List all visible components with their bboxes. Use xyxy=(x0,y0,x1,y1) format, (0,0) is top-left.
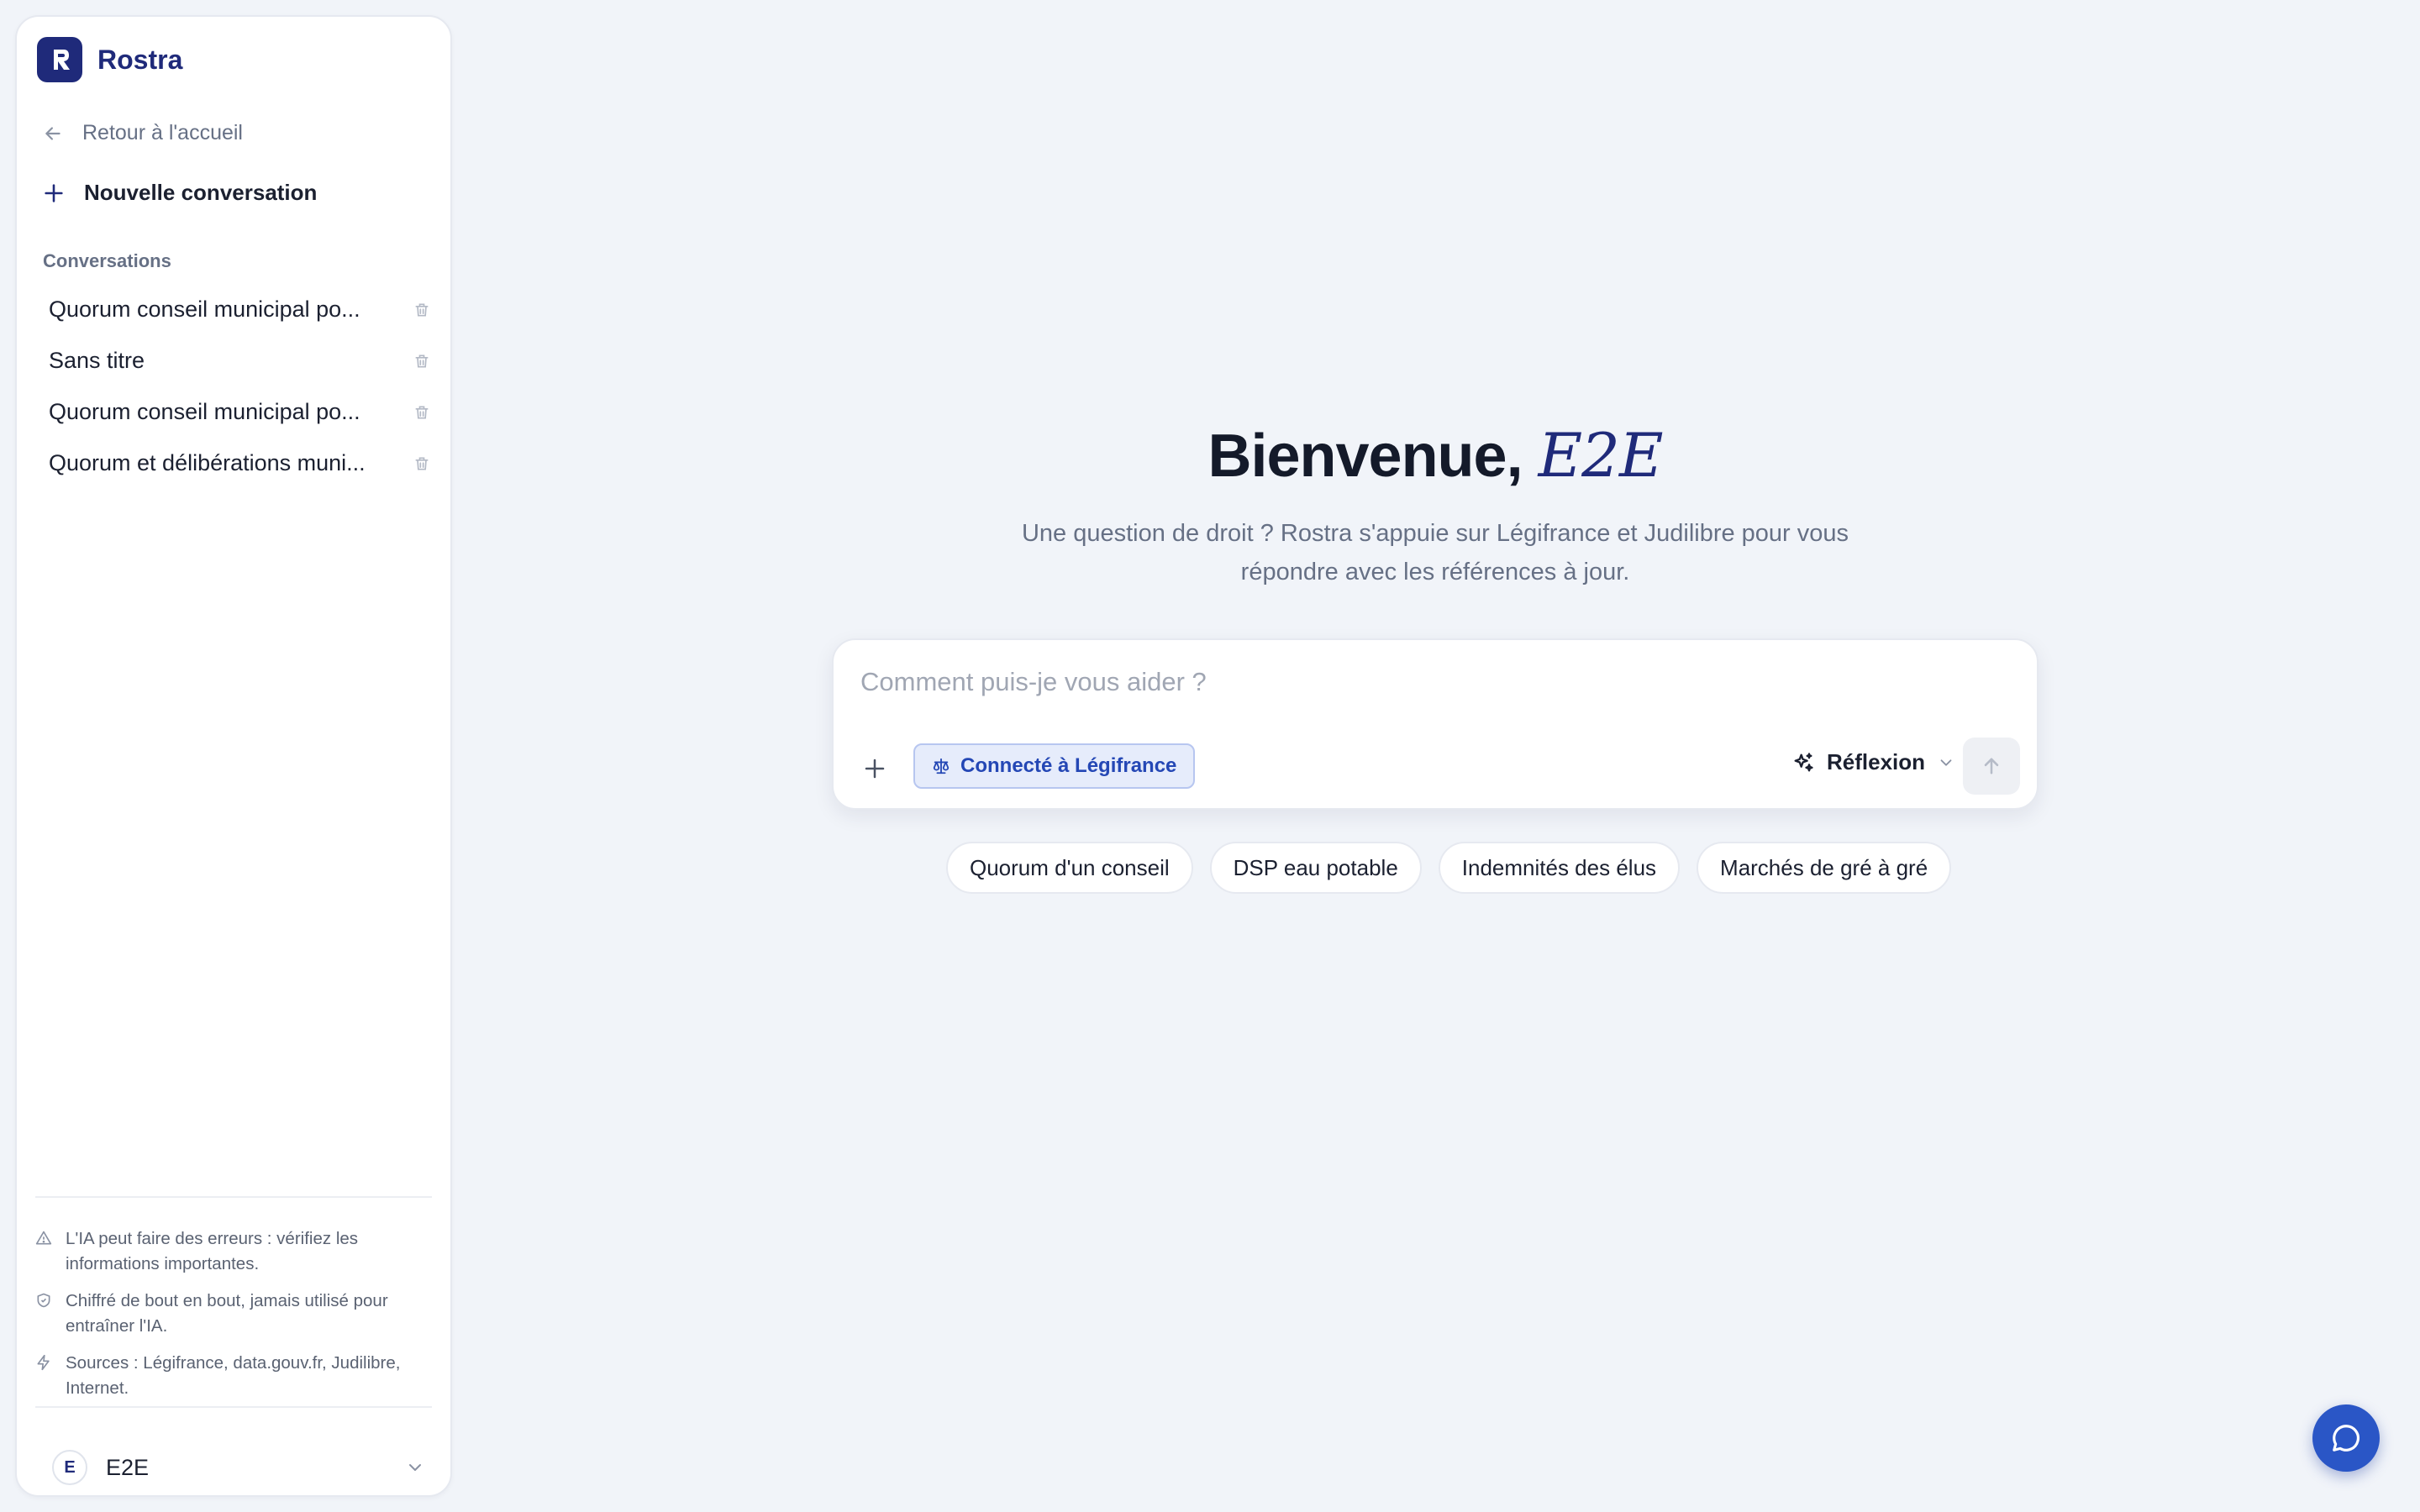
notices: L'IA peut faire des erreurs : vérifiez l… xyxy=(35,1226,442,1413)
notice-text: Sources : Légifrance, data.gouv.fr, Judi… xyxy=(66,1353,401,1398)
welcome-user-name: E2E xyxy=(1538,420,1664,491)
arrow-left-icon xyxy=(45,126,60,140)
shield-icon xyxy=(35,1289,54,1339)
suggestion-chip[interactable]: Quorum d'un conseil xyxy=(946,842,1193,894)
subtitle-line: répondre avec les références à jour. xyxy=(1240,559,1630,585)
welcome-subtitle: Une question de droit ? Rostra s'appuie … xyxy=(958,514,1912,591)
lightning-icon xyxy=(35,1351,54,1401)
plus-icon xyxy=(45,183,63,202)
plus-icon xyxy=(865,759,885,779)
notice-text: L'IA peut faire des erreurs : vérifiez l… xyxy=(66,1229,359,1273)
notice-item: Chiffré de bout en bout, jamais utilisé … xyxy=(35,1289,442,1339)
trash-icon[interactable] xyxy=(413,353,430,370)
conversation-item[interactable]: Quorum et délibérations muni... xyxy=(35,438,442,489)
back-to-home-label: Retour à l'accueil xyxy=(82,121,243,144)
message-input[interactable] xyxy=(860,667,1953,697)
chat-bubble-icon xyxy=(2333,1425,2360,1452)
user-name: E2E xyxy=(106,1454,150,1480)
conversation-label: Quorum conseil municipal po... xyxy=(49,399,360,424)
back-to-home-link[interactable]: Retour à l'accueil xyxy=(42,121,243,145)
divider xyxy=(35,1196,432,1198)
trash-icon[interactable] xyxy=(413,404,430,421)
conversation-label: Quorum et délibérations muni... xyxy=(49,450,366,475)
attach-button[interactable] xyxy=(855,749,894,788)
notice-item: L'IA peut faire des erreurs : vérifiez l… xyxy=(35,1226,442,1277)
conversation-item[interactable]: Quorum conseil municipal po... xyxy=(35,284,442,335)
brand[interactable]: Rostra xyxy=(37,37,182,82)
sparkles-icon xyxy=(1794,752,1813,771)
reasoning-mode-select[interactable]: Réflexion xyxy=(1791,749,1955,775)
message-composer: Connecté à Légifrance Réflexion xyxy=(832,638,2039,810)
conversation-list: Quorum conseil municipal po... Sans titr… xyxy=(35,284,442,489)
user-menu[interactable]: E E2E xyxy=(52,1450,425,1485)
suggestion-chip[interactable]: Indemnités des élus xyxy=(1438,842,1681,894)
divider xyxy=(35,1406,432,1408)
chevron-down-icon xyxy=(409,1464,421,1471)
new-conversation-button[interactable]: Nouvelle conversation xyxy=(42,180,317,206)
rostra-logo-icon xyxy=(37,37,82,82)
subtitle-line: Une question de droit ? Rostra s'appuie … xyxy=(1021,520,1849,547)
suggestion-chips: Quorum d'un conseil DSP eau potable Inde… xyxy=(946,842,1952,894)
welcome-prefix: Bienvenue, xyxy=(1207,423,1523,490)
sidebar: Rostra Retour à l'accueil Nouvelle conve… xyxy=(15,15,452,1497)
new-conversation-label: Nouvelle conversation xyxy=(84,180,318,205)
notice-item: Sources : Légifrance, data.gouv.fr, Judi… xyxy=(35,1351,442,1401)
conversation-label: Sans titre xyxy=(49,348,145,373)
mode-label: Réflexion xyxy=(1827,749,1926,774)
suggestion-chip[interactable]: DSP eau potable xyxy=(1209,842,1422,894)
trash-icon[interactable] xyxy=(413,302,430,318)
chat-support-button[interactable] xyxy=(2312,1404,2380,1472)
conversation-item[interactable]: Sans titre xyxy=(35,335,442,386)
warning-triangle-icon xyxy=(35,1226,54,1277)
scale-icon xyxy=(933,758,950,774)
chevron-down-icon xyxy=(1940,759,1952,766)
notice-text: Chiffré de bout en bout, jamais utilisé … xyxy=(66,1291,388,1336)
avatar: E xyxy=(52,1450,87,1485)
legifrance-connection-badge[interactable]: Connecté à Légifrance xyxy=(913,743,1196,789)
conversation-item[interactable]: Quorum conseil municipal po... xyxy=(35,386,442,438)
suggestion-chip[interactable]: Marchés de gré à gré xyxy=(1697,842,1952,894)
trash-icon[interactable] xyxy=(413,455,430,472)
brand-name: Rostra xyxy=(97,44,183,75)
send-button[interactable] xyxy=(1963,738,2020,795)
conversation-label: Quorum conseil municipal po... xyxy=(49,297,360,322)
arrow-up-icon xyxy=(1984,758,1999,774)
welcome-heading: Bienvenue, E2E xyxy=(588,420,2282,491)
conversations-heading: Conversations xyxy=(43,250,171,271)
connection-badge-label: Connecté à Légifrance xyxy=(960,754,1177,777)
